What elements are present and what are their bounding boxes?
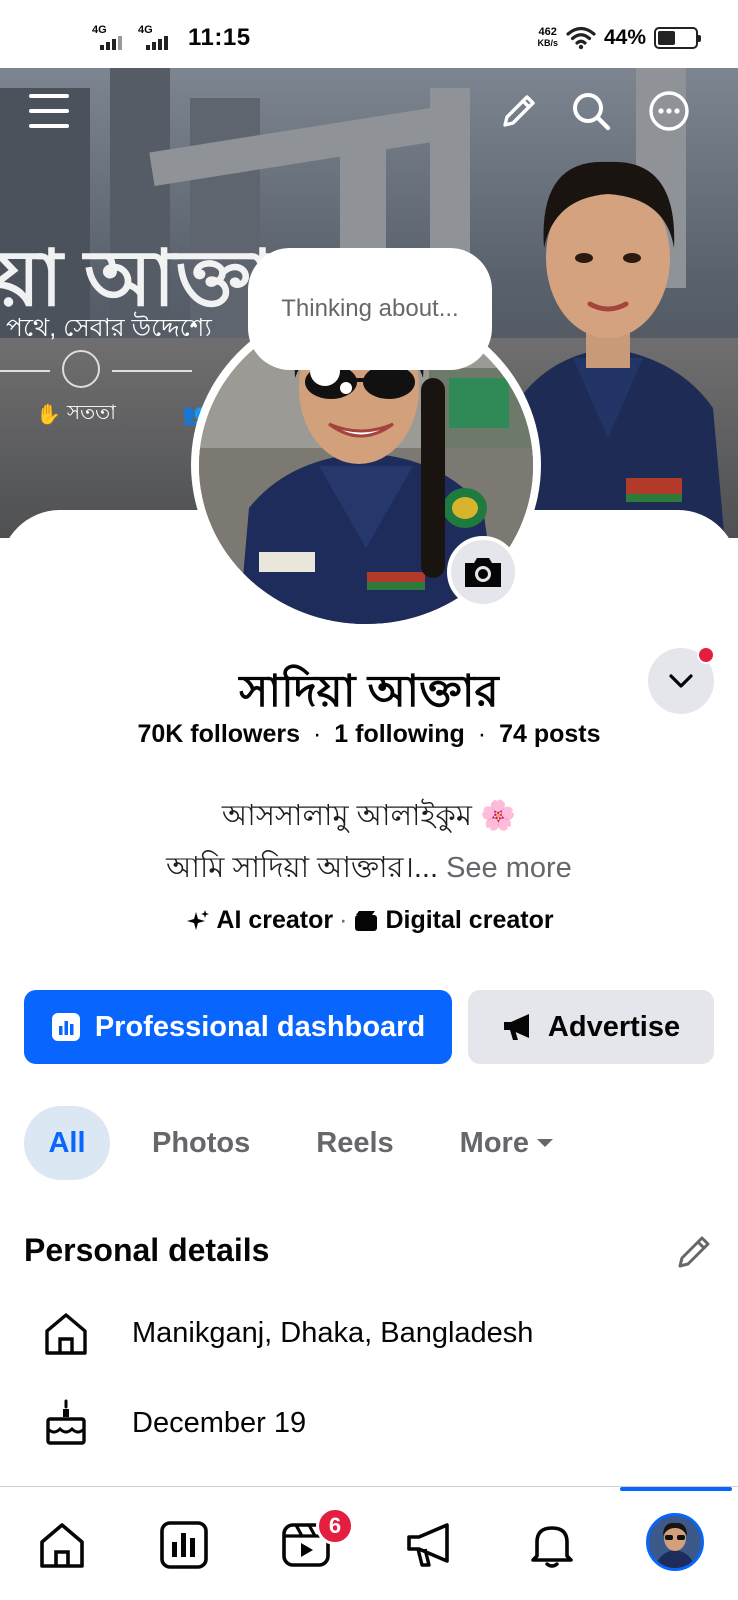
advertise-button[interactable]: Advertise [468, 990, 714, 1064]
thought-bubble-tail [310, 356, 340, 386]
profile-categories: AI creator · Digital creator [0, 906, 738, 935]
professional-dashboard-button[interactable]: Professional dashboard [24, 990, 452, 1064]
tab-more[interactable]: More [436, 1106, 579, 1180]
nav-notifications[interactable] [522, 1515, 582, 1575]
chevron-down-icon [669, 674, 693, 688]
tab-all[interactable]: All [24, 1106, 110, 1180]
bottom-navigation: 6 [0, 1486, 738, 1600]
clapperboard-icon [355, 910, 378, 931]
bio-line-1: আসসালামু আলাইকুম 🌸 [221, 800, 517, 832]
personal-details-title: Personal details [24, 1232, 270, 1268]
followers-count[interactable]: 70K followers [137, 720, 300, 748]
birthday-text: December 19 [132, 1406, 307, 1439]
more-icon [649, 91, 689, 131]
network-speed-unit: KB/s [537, 38, 558, 48]
thought-bubble-text: Thinking about... [281, 295, 459, 322]
location-text: Manikganj, Dhaka, Bangladesh [132, 1316, 534, 1349]
video-notification-badge: 6 [316, 1507, 354, 1545]
tab-more-label: More [459, 1126, 529, 1159]
profile-tabs: All Photos Reels More [24, 1106, 597, 1180]
sparkle-icon [187, 909, 210, 930]
wifi-icon [566, 26, 596, 50]
more-options-button[interactable] [646, 88, 692, 134]
detail-location: Manikganj, Dhaka, Bangladesh [40, 1306, 533, 1360]
profile-stats: 70K followers · 1 following · 74 posts [0, 720, 738, 749]
nav-dashboard[interactable] [154, 1515, 214, 1575]
network-type-label: 4G [92, 24, 107, 36]
nav-ads[interactable] [400, 1515, 460, 1575]
battery-percent: 44% [603, 26, 646, 49]
signal-icon: 4G [138, 24, 176, 52]
thought-bubble[interactable]: Thinking about... [248, 248, 492, 370]
hamburger-menu-icon [29, 94, 69, 128]
bio-line-2-text: আমি সাদিয়া আক্তার।... [166, 852, 439, 884]
camera-icon [465, 558, 501, 587]
megaphone-icon [503, 1014, 529, 1040]
see-more-link[interactable]: See more [446, 852, 572, 884]
battery-icon [654, 27, 701, 49]
bell-icon [531, 1526, 573, 1568]
cover-tag: ✋ সততা 👥 [36, 398, 207, 431]
search-icon [573, 93, 611, 131]
tab-photos[interactable]: Photos [128, 1106, 274, 1180]
category-ai-creator: AI creator [216, 906, 334, 934]
advertise-label: Advertise [547, 1010, 681, 1043]
dashboard-icon [160, 1521, 208, 1569]
home-icon [40, 1523, 84, 1568]
cover-tag-label: সততা [66, 402, 116, 424]
signal-icon: 4G [92, 24, 130, 52]
tab-reels[interactable]: Reels [292, 1106, 417, 1180]
search-button[interactable] [568, 88, 614, 134]
edit-details-button[interactable] [674, 1232, 714, 1272]
professional-dashboard-label: Professional dashboard [94, 1010, 426, 1043]
avatar [649, 1516, 701, 1568]
nav-profile-avatar[interactable] [646, 1513, 704, 1571]
notification-dot [697, 646, 715, 664]
clock: 11:15 [188, 24, 251, 51]
following-count[interactable]: 1 following [334, 720, 465, 748]
nav-home[interactable] [32, 1515, 92, 1575]
active-tab-indicator [620, 1487, 732, 1491]
cover-subline: পথে, সেবার উদ্দেশ্যে [6, 314, 212, 342]
caret-down-icon [536, 1139, 553, 1147]
birthday-cake-icon [46, 1399, 86, 1445]
thought-bubble-tail-dot [340, 382, 352, 394]
edit-profile-button[interactable] [496, 88, 542, 134]
pencil-icon [678, 1236, 710, 1268]
bio-line-2: আমি সাদিয়া আক্তার।... See more [0, 842, 738, 894]
edit-profile-picture-button[interactable] [447, 536, 519, 608]
dashboard-icon [51, 1013, 80, 1041]
stats-separator: · [313, 720, 322, 748]
profile-bio: আসসালামু আলাইকুম 🌸 আমি সাদিয়া আক্তার।..… [0, 790, 738, 894]
handshake-icon: ✋ [36, 404, 61, 426]
category-digital-creator: Digital creator [385, 906, 554, 934]
megaphone-icon [407, 1523, 449, 1567]
network-speed-value: 462 [538, 26, 557, 38]
status-bar: 4G 4G 11:15 462 KB/s 44% [0, 0, 738, 68]
detail-birthday: December 19 [40, 1396, 306, 1450]
home-icon [45, 1313, 87, 1355]
network-type-label: 4G [138, 24, 153, 36]
stats-separator: · [477, 720, 487, 748]
police-emblem [62, 350, 100, 388]
category-separator: · [339, 906, 348, 934]
pencil-icon [503, 95, 535, 127]
menu-button[interactable] [26, 88, 72, 134]
network-speed: 462 KB/s [537, 27, 558, 49]
posts-count: 74 posts [499, 720, 601, 748]
